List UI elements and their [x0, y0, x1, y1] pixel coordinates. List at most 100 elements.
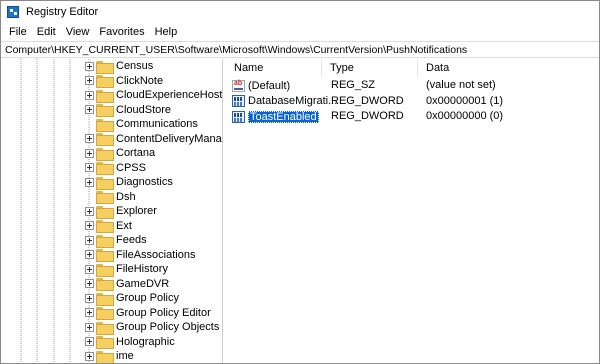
folder-icon — [96, 75, 114, 88]
tree-node[interactable]: Cortana — [85, 146, 155, 161]
tree-node[interactable]: Group Policy Objects — [85, 320, 220, 335]
folder-icon — [96, 307, 114, 320]
expand-icon[interactable] — [85, 105, 94, 114]
menu-view[interactable]: View — [61, 26, 95, 38]
value-name-cell[interactable]: ab (Default) — [232, 78, 290, 93]
tree-node-label: Group Policy Objects — [116, 321, 220, 333]
key-tree-pane[interactable]: Census ClickNote CloudExperienceHost CloudS… — [1, 59, 223, 363]
menu-bar: File Edit View Favorites Help — [1, 22, 599, 41]
tree-node-label: ContentDeliveryManag — [116, 132, 223, 145]
expand-icon[interactable] — [85, 177, 94, 187]
tree-node-label: Group Policy — [116, 292, 179, 304]
folder-icon — [96, 191, 114, 204]
column-header-data[interactable]: Data — [418, 59, 599, 76]
expand-icon[interactable] — [85, 206, 94, 216]
tree-node-label: GameDVR — [116, 277, 170, 290]
tree-node-label: FileAssociations — [116, 248, 196, 261]
tree-node[interactable]: Diagnostics — [85, 175, 173, 190]
expand-icon[interactable] — [85, 163, 94, 172]
menu-file[interactable]: File — [4, 26, 32, 38]
string-value-icon: ab — [232, 79, 245, 92]
expand-icon[interactable] — [85, 308, 94, 317]
tree-node[interactable]: Holographic — [85, 335, 175, 349]
tree-node[interactable]: FileAssociations — [85, 248, 195, 262]
folder-icon — [96, 205, 114, 219]
tree-node-label: Communications — [116, 118, 198, 130]
expand-icon[interactable] — [85, 279, 94, 288]
expand-icon[interactable] — [85, 250, 94, 259]
folder-icon — [96, 176, 114, 190]
expand-icon[interactable] — [85, 264, 94, 274]
value-name: ToastEnabled — [248, 110, 319, 123]
menu-edit[interactable]: Edit — [32, 26, 61, 38]
expand-icon[interactable] — [85, 337, 94, 346]
tree-node[interactable]: FileHistory — [85, 262, 168, 277]
menu-favorites[interactable]: Favorites — [94, 26, 149, 38]
folder-icon — [96, 89, 114, 103]
tree-node-label: FileHistory — [116, 263, 168, 275]
tree-node[interactable]: ClickNote — [85, 74, 163, 88]
folder-icon — [96, 104, 114, 117]
menu-help[interactable]: Help — [150, 26, 183, 38]
expand-icon[interactable] — [85, 76, 94, 85]
tree-node[interactable]: CloudExperienceHost — [85, 88, 222, 103]
folder-icon — [96, 220, 114, 233]
tree-node-label: Census — [116, 60, 154, 72]
expand-icon[interactable] — [85, 293, 94, 303]
value-type: REG_DWORD — [331, 94, 404, 107]
expand-icon[interactable] — [85, 90, 94, 100]
folder-icon — [96, 278, 114, 291]
tree-node-label: ime — [116, 350, 134, 362]
tree-node[interactable]: ime — [85, 349, 134, 363]
tree-node[interactable]: Ext — [85, 219, 132, 233]
expand-icon[interactable] — [85, 221, 94, 230]
column-header-type[interactable]: Type — [322, 59, 418, 76]
expand-icon[interactable] — [85, 322, 94, 332]
folder-icon — [96, 234, 114, 248]
expand-icon[interactable] — [85, 235, 94, 245]
tree-node[interactable]: Census — [85, 59, 154, 74]
tree-node[interactable]: ContentDeliveryManag — [85, 132, 223, 146]
registry-icon — [7, 5, 19, 18]
value-name: DatabaseMigrati... — [248, 95, 338, 107]
folder-icon — [96, 249, 114, 262]
expand-icon[interactable] — [85, 351, 94, 361]
value-name: (Default) — [248, 79, 291, 92]
tree-node[interactable]: Feeds — [85, 233, 147, 248]
value-name-cell[interactable]: DatabaseMigrati... — [232, 94, 337, 109]
folder-icon — [96, 133, 114, 146]
tree-node-label: Holographic — [116, 335, 175, 348]
folder-icon — [96, 147, 114, 161]
tree-node[interactable]: Dsh — [85, 190, 136, 204]
value-row[interactable]: ab (Default) REG_SZ (value not set) — [226, 78, 599, 93]
expand-icon[interactable] — [85, 61, 94, 71]
title-bar[interactable]: Registry Editor — [1, 1, 599, 22]
tree-node[interactable]: Group Policy Editor — [85, 306, 211, 320]
values-pane[interactable]: Name Type Data ab (Default) REG_SZ (value n… — [226, 59, 599, 363]
value-row[interactable]: DatabaseMigrati... REG_DWORD 0x00000001 (1… — [226, 94, 599, 109]
tree-node-label: Dsh — [116, 190, 136, 203]
registry-editor-window: Registry Editor File Edit View Favorites… — [0, 0, 600, 364]
folder-icon — [96, 350, 114, 363]
expand-icon[interactable] — [85, 134, 94, 143]
expand-icon[interactable] — [85, 148, 94, 158]
folder-icon — [96, 118, 114, 132]
tree-node[interactable]: CloudStore — [85, 103, 171, 117]
address-bar[interactable]: Computer\HKEY_CURRENT_USER\Software\Micr… — [1, 41, 599, 58]
value-type: REG_SZ — [331, 79, 376, 91]
value-name-cell[interactable]: ToastEnabled — [232, 109, 319, 124]
tree-node[interactable]: Group Policy — [85, 291, 179, 306]
folder-icon — [96, 321, 114, 335]
tree-node[interactable]: Communications — [85, 117, 198, 132]
tree-node-label: CPSS — [116, 161, 146, 174]
tree-node-label: ClickNote — [116, 74, 164, 87]
tree-node[interactable]: GameDVR — [85, 277, 169, 291]
folder-icon — [96, 263, 114, 277]
tree-node[interactable]: CPSS — [85, 161, 146, 175]
column-header-name[interactable]: Name — [226, 59, 322, 76]
tree-node-label: Ext — [116, 219, 132, 232]
tree-node[interactable]: Explorer — [85, 204, 157, 219]
folder-icon — [96, 162, 114, 175]
dword-value-icon — [232, 95, 245, 107]
value-row[interactable]: ToastEnabled REG_DWORD 0x00000000 (0) — [226, 109, 599, 124]
